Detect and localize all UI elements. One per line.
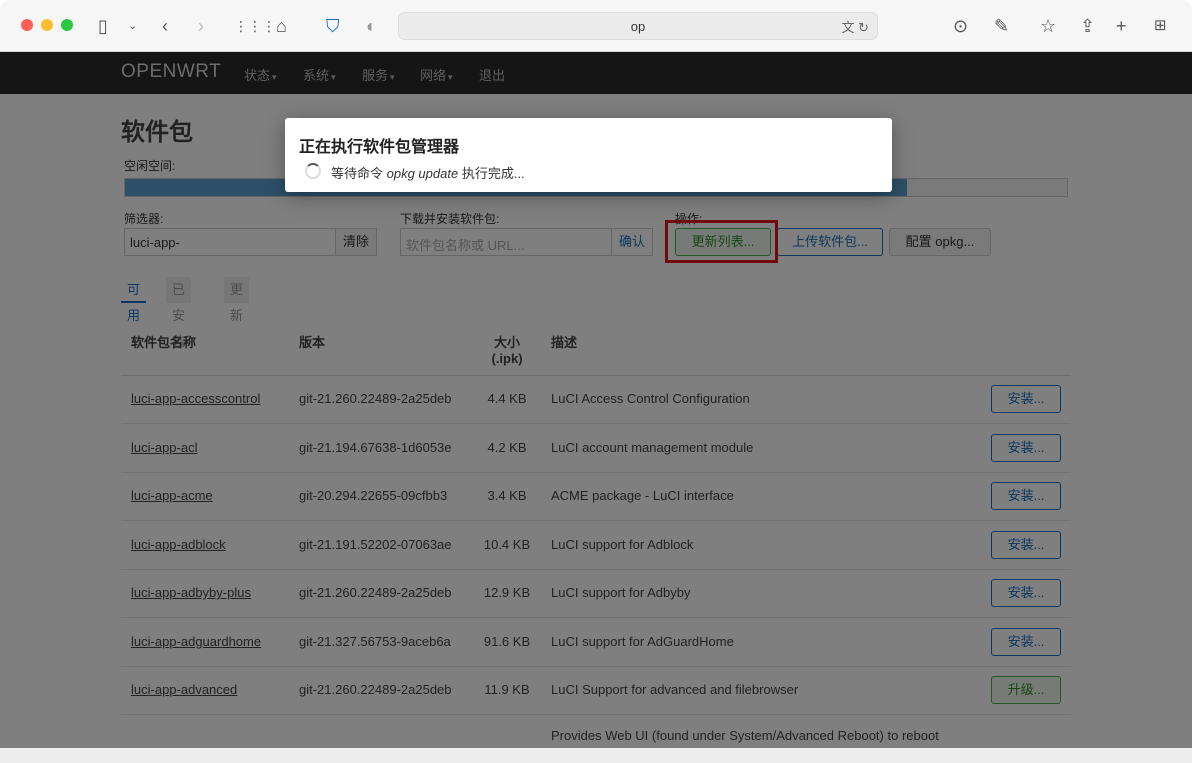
browser-toolbar: ▯ ⌄ ‹ › ⋮⋮⋮ ⌂ ⛉ ◐ op 文 ↻ ⊙ ✎ ☆ ⇪ + ⊞ xyxy=(0,0,1192,52)
star-icon[interactable]: ☆ xyxy=(1040,14,1056,38)
shield-icon[interactable]: ⛉ xyxy=(326,14,340,38)
chevron-down-icon[interactable]: ⌄ xyxy=(128,14,137,38)
minimize-window-button[interactable] xyxy=(41,19,53,31)
url-text: op xyxy=(630,19,646,34)
loading-spinner-icon xyxy=(305,163,321,179)
grid-icon[interactable]: ⋮⋮⋮ xyxy=(234,14,276,38)
modal-title: 正在执行软件包管理器 xyxy=(299,139,460,156)
zoom-window-button[interactable] xyxy=(61,19,73,31)
address-bar[interactable]: op 文 ↻ xyxy=(398,12,878,40)
privacy-icon[interactable]: ◐ xyxy=(366,14,377,38)
sidebar-icon[interactable]: ▯ xyxy=(98,14,108,38)
modal-message: 等待命令 opkg update 执行完成... xyxy=(331,166,525,181)
back-icon[interactable]: ‹ xyxy=(162,14,168,38)
forward-icon[interactable]: › xyxy=(198,14,204,38)
close-window-button[interactable] xyxy=(21,19,33,31)
download-icon[interactable]: ⊙ xyxy=(953,14,968,38)
reload-icon[interactable]: ↻ xyxy=(858,20,869,35)
tabs-icon[interactable]: ⊞ xyxy=(1154,14,1167,38)
window-bottom-edge xyxy=(0,748,1192,763)
share-icon[interactable]: ⇪ xyxy=(1080,14,1095,38)
modal-command: opkg update xyxy=(386,166,459,181)
translate-icon[interactable]: 文 xyxy=(841,20,854,35)
package-manager-modal: 正在执行软件包管理器 等待命令 opkg update 执行完成... xyxy=(285,118,892,192)
edit-icon[interactable]: ✎ xyxy=(994,14,1009,38)
plus-icon[interactable]: + xyxy=(1116,14,1127,38)
home-icon[interactable]: ⌂ xyxy=(276,14,287,38)
